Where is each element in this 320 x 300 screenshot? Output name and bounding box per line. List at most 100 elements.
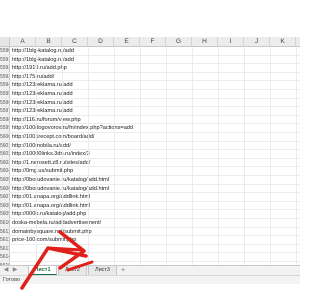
table-row: 5590http://1blg-katalog.ru/add [0,47,300,56]
column-gridline [62,47,63,265]
cell-a[interactable]: http://123reklama.ru/add [11,81,73,89]
cell-a[interactable]: price-100.com/submit.php [11,236,76,244]
row-number[interactable]: 5597 [0,107,10,115]
status-bar: Готово [0,275,300,284]
table-row: 5610doska-mebela.ru/addadvertisement/ [0,219,300,228]
column-header-bar: ABCDEFGHIJK [10,37,300,47]
column-gridline [114,47,115,265]
cell-a[interactable]: http://01.anapa.org/addlink.html [11,202,90,210]
row-number[interactable]: 5592 [0,64,10,72]
table-row: 5593http://175.ru/add/ [0,72,300,82]
cell-a[interactable]: http://0mg.us/submit.php [11,167,73,175]
row-number[interactable]: 5611 [0,227,10,236]
column-header-g[interactable]: G [166,37,192,46]
column-header-i[interactable]: I [218,37,244,46]
cell-a[interactable]: http://0borudovanie.ru/katalog/add.html [11,185,109,193]
table-row: 5604http://0mg.us/submit.php [0,167,300,176]
column-header-k[interactable]: K [270,37,296,46]
cell-a[interactable]: http://123reklama.ru/add [11,99,73,107]
cell-a[interactable]: http://123reklama.ru/add [11,90,73,98]
table-row: 5609http://000b.ru/katalog/add.php [0,210,300,219]
cell-a[interactable]: http://175.ru/add/ [11,73,54,81]
column-gridline [218,47,219,265]
row-number[interactable]: 5595 [0,90,10,98]
table-row: 5608http://01.anapa.org/addlink.html [0,201,300,211]
column-header-j[interactable]: J [244,37,270,46]
table-row: 5613 [0,244,300,254]
sheet-tab-1[interactable]: Лист1 [28,266,57,275]
status-text: Готово [3,277,20,283]
table-row: 5598http://116.ru/forum/view.php [0,115,300,125]
cell-a[interactable]: http://1blg-katalog.ru/add [11,47,74,55]
row-number[interactable]: 5610 [0,219,10,227]
cell-a[interactable]: http://1001recept.com/board/add/ [11,133,94,141]
cell-a[interactable]: http://1.nerosett.z8.ru/sites/add/ [11,159,90,167]
row-number[interactable]: 5600 [0,133,10,141]
table-row: 5596http://123reklama.ru/add [0,98,300,108]
chevron-right-icon[interactable]: ▶ [11,266,19,275]
cell-a[interactable]: http://123reklama.ru/add [11,107,73,115]
column-header-e[interactable]: E [114,37,140,46]
table-row: 5601http://100mobila.ru/add/ [0,141,300,151]
table-row: 5605http://0borudovanie.ru/katalog/add.h… [0,176,300,185]
cell-a[interactable]: http://01.anapa.org/addlink.html [11,193,90,201]
select-all-corner[interactable] [0,37,10,47]
column-header-f[interactable]: F [140,37,166,46]
table-row: 5594http://123reklama.ru/add [0,81,300,90]
row-number[interactable]: 5609 [0,210,10,218]
row-number[interactable]: 5608 [0,201,10,210]
column-header-c[interactable]: C [62,37,88,46]
add-sheet-icon[interactable]: + [118,266,128,275]
row-number[interactable]: 5598 [0,115,10,124]
table-row: 5612price-100.com/submit.php [0,236,300,245]
row-number[interactable]: 5594 [0,81,10,89]
column-header-a[interactable]: A [10,37,36,46]
row-number[interactable]: 5602 [0,150,10,158]
table-row: 5597http://123reklama.ru/add [0,107,300,116]
column-gridline [36,47,37,265]
column-gridline [166,47,167,265]
worksheet-grid: ABCDEFGHIJK 5590http://1blg-katalog.ru/a… [0,37,300,265]
row-number[interactable]: 5603 [0,158,10,167]
cell-a[interactable]: http://116.ru/forum/view.php [11,116,81,124]
row-number[interactable]: 5607 [0,193,10,201]
cell-a[interactable] [11,245,12,253]
row-number[interactable]: 5590 [0,47,10,55]
cell-a[interactable]: http://1919.ru/add.php [11,64,67,72]
cell-a[interactable]: http://000b.ru/katalog/add.php [11,210,86,218]
row-number[interactable]: 5591 [0,55,10,64]
sheet-tab-3[interactable]: Лист3 [88,266,117,275]
table-row: 5606http://0borudovanie.ru/katalog/add.h… [0,184,300,194]
row-number[interactable]: 5606 [0,184,10,193]
table-row: 5614 [0,253,300,262]
row-number[interactable]: 5593 [0,72,10,81]
column-header-b[interactable]: B [36,37,62,46]
column-gridline [140,47,141,265]
row-number[interactable]: 5599 [0,124,10,132]
row-number[interactable]: 5605 [0,176,10,184]
row-number[interactable]: 5596 [0,98,10,107]
row-number[interactable]: 5613 [0,244,10,253]
row-number[interactable]: 5614 [0,253,10,261]
row-number[interactable]: 5601 [0,141,10,150]
chevron-left-icon[interactable]: ◀ [2,266,10,275]
table-row: 5599http://100dogovorov.ru/fn/index.php?… [0,124,300,133]
column-header-d[interactable]: D [88,37,114,46]
cell-a[interactable]: http://1blg-katalog.ru/add [11,56,74,64]
column-gridline [244,47,245,265]
table-row: 5611 domainbysquare.net/submit.php [0,227,300,237]
cell-a[interactable] [11,253,12,261]
cell-a[interactable]: http://10000links.3dn.ru/index/3 [11,150,90,158]
table-row: 5591http://1blg-katalog.ru/add [0,55,300,65]
row-number[interactable]: 5612 [0,236,10,244]
table-row: 5600http://1001recept.com/board/add/ [0,133,300,142]
table-row: 5592http://1919.ru/add.php [0,64,300,73]
row-number[interactable]: 5604 [0,167,10,175]
column-header-h[interactable]: H [192,37,218,46]
cell-a[interactable]: http://0borudovanie.ru/katalog/add.html [11,176,109,184]
cell-a[interactable]: domainbysquare.net/submit.php [11,228,92,236]
row-area: 5590http://1blg-katalog.ru/add5591http:/… [0,47,300,265]
sheet-tab-2[interactable]: Лист2 [58,266,87,275]
table-row: 5595http://123reklama.ru/add [0,90,300,99]
spreadsheet-window: ABCDEFGHIJK 5590http://1blg-katalog.ru/a… [0,0,300,300]
